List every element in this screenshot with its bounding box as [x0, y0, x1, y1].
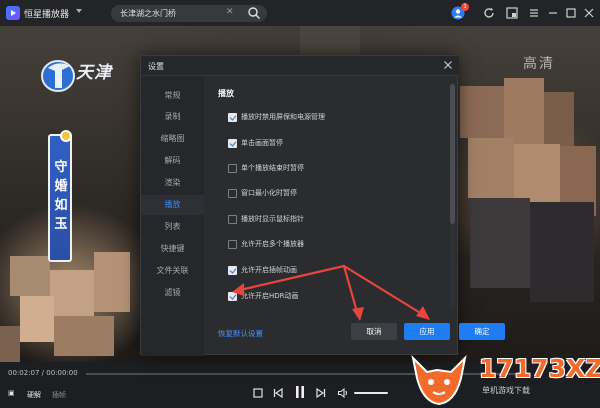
checkbox[interactable]	[228, 163, 237, 173]
option-multi-instance[interactable]: 允许开启多个播放器	[228, 238, 304, 250]
minimize-icon[interactable]	[546, 6, 560, 20]
nav-item-render[interactable]: 渲染	[141, 173, 204, 193]
reset-defaults-link[interactable]: 恢复默认设置	[218, 328, 263, 339]
cancel-button[interactable]: 取消	[351, 323, 397, 340]
pixel-block	[54, 316, 114, 356]
hw-decode-icon[interactable]: ▣	[8, 389, 15, 397]
nav-item-decode[interactable]: 解码	[141, 151, 204, 171]
nav-item-shortcuts[interactable]: 快捷键	[141, 239, 204, 259]
option-show-cursor[interactable]: 播放时显示鼠标指针	[228, 213, 304, 225]
volume-icon[interactable]	[337, 387, 349, 399]
option-pause-on-minimize[interactable]: 窗口最小化时暂停	[228, 187, 297, 199]
nav-item-playback[interactable]: 播放	[141, 195, 204, 215]
settings-content: 播放 播放时禁用屏保和电源管理 单击画面暂停 单个播放结束时暂停 窗口最小化时暂…	[204, 76, 505, 356]
pixel-block	[0, 326, 20, 362]
channel-logo-text: 天津	[76, 63, 112, 83]
notification-badge: 1	[461, 3, 469, 11]
close-icon[interactable]	[443, 60, 453, 70]
option-hdr-animation[interactable]: 允许开启HDR动画	[228, 290, 299, 302]
pixel-block	[50, 270, 94, 316]
volume-slider[interactable]	[354, 392, 388, 394]
checkbox[interactable]	[228, 188, 237, 198]
section-title: 播放	[218, 89, 234, 98]
previous-icon[interactable]	[272, 387, 284, 399]
ok-button[interactable]: 确定	[459, 323, 505, 340]
option-pause-on-end[interactable]: 单个播放结束时暂停	[228, 162, 304, 174]
mini-mode-icon[interactable]	[505, 6, 519, 20]
option-click-pause[interactable]: 单击画面暂停	[228, 137, 283, 149]
quality-badge: 高清	[523, 56, 555, 72]
option-label: 单个播放结束时暂停	[241, 164, 304, 172]
apply-button[interactable]: 应用	[404, 323, 450, 340]
checkbox[interactable]	[228, 214, 237, 224]
pixel-block	[514, 144, 560, 202]
refresh-icon[interactable]	[482, 6, 496, 20]
drama-title: 守婚如玉	[54, 160, 68, 232]
scrollbar-thumb[interactable]	[450, 84, 455, 224]
nav-item-file-association[interactable]: 文件关联	[141, 261, 204, 281]
pixel-block	[94, 252, 130, 312]
option-label: 单击画面暂停	[241, 139, 283, 147]
watermark-subtitle: 单机游戏下载	[482, 386, 530, 395]
pixel-block	[504, 78, 544, 144]
search-clear-icon[interactable]: ✕	[226, 7, 234, 17]
stop-icon[interactable]	[252, 387, 264, 399]
option-label: 允许开启插帧动画	[241, 266, 297, 274]
dialog-header: 设置	[141, 56, 459, 76]
checkbox[interactable]	[228, 239, 237, 249]
nav-item-thumbnail[interactable]: 缩略图	[141, 129, 204, 149]
pause-icon[interactable]	[292, 384, 308, 400]
pixel-block	[460, 86, 504, 138]
maximize-icon[interactable]	[564, 6, 578, 20]
settings-nav: 常规 录制 缩略图 解码 渲染 播放 列表 快捷键 文件关联 滤镜	[141, 76, 204, 356]
checkbox[interactable]	[228, 138, 237, 148]
checkbox[interactable]	[228, 112, 237, 122]
app-logo-icon	[6, 6, 20, 20]
pixel-block	[10, 256, 50, 296]
nav-item-record[interactable]: 录制	[141, 107, 204, 127]
option-disable-screensaver[interactable]: 播放时禁用屏保和电源管理	[228, 111, 325, 123]
nav-item-general[interactable]: 常规	[141, 86, 204, 106]
settings-dialog: 设置 常规 录制 缩略图 解码 渲染 播放 列表 快捷键 文件关联 滤镜 播放 …	[140, 55, 505, 356]
dialog-title: 设置	[148, 62, 164, 71]
search-input[interactable]: 长津湖之水门桥	[120, 8, 176, 19]
pixel-block	[300, 26, 360, 56]
pixel-block	[544, 92, 574, 146]
app-menu-chevron-icon[interactable]	[76, 9, 82, 13]
option-label: 允许开启多个播放器	[241, 240, 304, 248]
search-icon[interactable]	[247, 6, 261, 20]
watermark-text: 17173XZ	[479, 354, 600, 383]
pixel-block	[468, 138, 514, 198]
option-label: 播放时禁用屏保和电源管理	[241, 113, 325, 121]
pixel-block	[530, 202, 594, 302]
next-icon[interactable]	[315, 387, 327, 399]
pixel-block	[20, 296, 54, 342]
checkbox[interactable]	[228, 265, 237, 275]
nav-item-filters[interactable]: 滤镜	[141, 283, 204, 303]
search-box[interactable]: 长津湖之水门桥	[111, 5, 267, 22]
option-label: 允许开启HDR动画	[241, 292, 299, 300]
frame-interp-toggle[interactable]: 插帧	[52, 390, 66, 400]
option-label: 播放时显示鼠标指针	[241, 215, 304, 223]
title-bar: 恒星播放器 长津湖之水门桥 ✕ 1	[0, 0, 600, 26]
option-frame-interpolation[interactable]: 允许开启插帧动画	[228, 264, 297, 276]
nav-item-list[interactable]: 列表	[141, 217, 204, 237]
checkbox[interactable]	[228, 291, 237, 301]
time-display: 00:02:07 / 00:00:00	[8, 369, 78, 377]
menu-icon[interactable]	[527, 6, 541, 20]
close-window-icon[interactable]	[582, 6, 596, 20]
hw-decode-toggle[interactable]: 硬解	[27, 390, 41, 400]
app-name[interactable]: 恒星播放器	[24, 7, 69, 20]
pixel-block	[470, 198, 530, 288]
drama-tag-dot	[60, 130, 72, 142]
option-label: 窗口最小化时暂停	[241, 189, 297, 197]
